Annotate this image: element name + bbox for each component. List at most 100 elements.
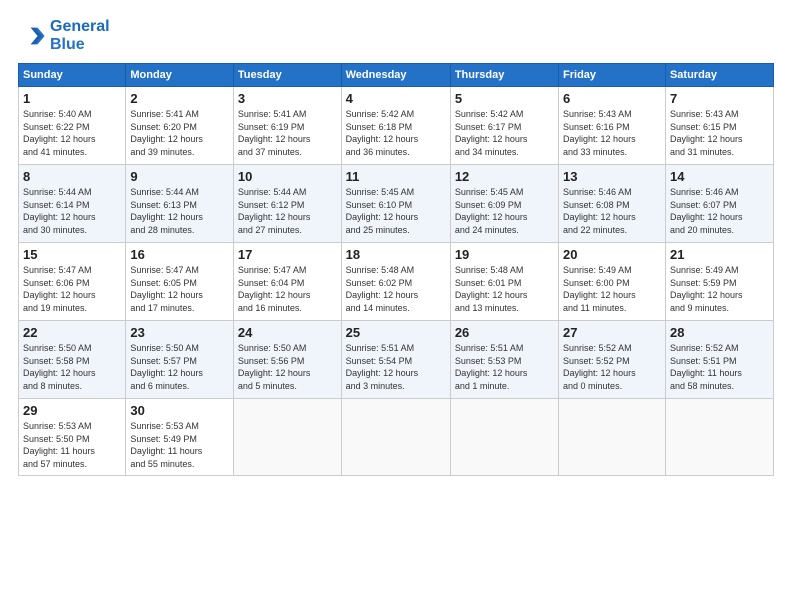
table-cell: 9Sunrise: 5:44 AMSunset: 6:13 PMDaylight… [126, 165, 234, 243]
day-number: 21 [670, 247, 769, 262]
day-info: Sunrise: 5:50 AMSunset: 5:58 PMDaylight:… [23, 342, 121, 392]
calendar-row: 15 Sunrise: 5:47 AMSunset: 6:06 PMDayligh… [19, 243, 774, 321]
day-number: 22 [23, 325, 121, 340]
table-cell: 28 Sunrise: 5:52 AMSunset: 5:51 PMDayligh… [665, 321, 773, 399]
day-info: Sunrise: 5:47 AMSunset: 6:06 PMDaylight:… [23, 264, 121, 314]
table-cell: 25 Sunrise: 5:51 AMSunset: 5:54 PMDayligh… [341, 321, 450, 399]
day-info: Sunrise: 5:42 AMSunset: 6:18 PMDaylight:… [346, 108, 446, 158]
table-cell: 24 Sunrise: 5:50 AMSunset: 5:56 PMDayligh… [233, 321, 341, 399]
header: General Blue [18, 18, 774, 53]
day-number: 7 [670, 91, 769, 106]
day-info: Sunrise: 5:41 AMSunset: 6:19 PMDaylight:… [238, 108, 337, 158]
day-info: Sunrise: 5:46 AMSunset: 6:08 PMDaylight:… [563, 186, 661, 236]
day-number: 13 [563, 169, 661, 184]
table-cell: 29 Sunrise: 5:53 AMSunset: 5:50 PMDayligh… [19, 399, 126, 475]
day-info: Sunrise: 5:49 AMSunset: 5:59 PMDaylight:… [670, 264, 769, 314]
table-cell: 22 Sunrise: 5:50 AMSunset: 5:58 PMDayligh… [19, 321, 126, 399]
day-number: 18 [346, 247, 446, 262]
day-number: 29 [23, 403, 121, 418]
table-cell: 26Sunrise: 5:51 AMSunset: 5:53 PMDayligh… [450, 321, 558, 399]
day-number: 16 [130, 247, 229, 262]
day-number: 1 [23, 91, 121, 106]
day-info: Sunrise: 5:53 AMSunset: 5:50 PMDaylight:… [23, 420, 121, 470]
table-cell: 27 Sunrise: 5:52 AMSunset: 5:52 PMDayligh… [559, 321, 666, 399]
col-saturday: Saturday [665, 64, 773, 87]
day-number: 15 [23, 247, 121, 262]
table-cell: 20 Sunrise: 5:49 AMSunset: 6:00 PMDayligh… [559, 243, 666, 321]
col-sunday: Sunday [19, 64, 126, 87]
table-cell: 14Sunrise: 5:46 AMSunset: 6:07 PMDayligh… [665, 165, 773, 243]
calendar-row: 22 Sunrise: 5:50 AMSunset: 5:58 PMDayligh… [19, 321, 774, 399]
day-number: 23 [130, 325, 229, 340]
calendar-row: 29 Sunrise: 5:53 AMSunset: 5:50 PMDayligh… [19, 399, 774, 475]
day-info: Sunrise: 5:52 AMSunset: 5:52 PMDaylight:… [563, 342, 661, 392]
table-cell: 4 Sunrise: 5:42 AMSunset: 6:18 PMDaylight… [341, 87, 450, 165]
table-cell: 21 Sunrise: 5:49 AMSunset: 5:59 PMDayligh… [665, 243, 773, 321]
day-info: Sunrise: 5:43 AMSunset: 6:15 PMDaylight:… [670, 108, 769, 158]
day-info: Sunrise: 5:44 AMSunset: 6:12 PMDaylight:… [238, 186, 337, 236]
day-number: 19 [455, 247, 554, 262]
day-info: Sunrise: 5:41 AMSunset: 6:20 PMDaylight:… [130, 108, 229, 158]
col-thursday: Thursday [450, 64, 558, 87]
day-number: 6 [563, 91, 661, 106]
table-cell: 1 Sunrise: 5:40 AMSunset: 6:22 PMDaylight… [19, 87, 126, 165]
table-cell: 10 Sunrise: 5:44 AMSunset: 6:12 PMDayligh… [233, 165, 341, 243]
day-info: Sunrise: 5:45 AMSunset: 6:10 PMDaylight:… [346, 186, 446, 236]
day-info: Sunrise: 5:51 AMSunset: 5:54 PMDaylight:… [346, 342, 446, 392]
day-number: 3 [238, 91, 337, 106]
calendar-table: Sunday Monday Tuesday Wednesday Thursday… [18, 63, 774, 475]
col-wednesday: Wednesday [341, 64, 450, 87]
day-number: 24 [238, 325, 337, 340]
day-number: 12 [455, 169, 554, 184]
table-cell: 19Sunrise: 5:48 AMSunset: 6:01 PMDayligh… [450, 243, 558, 321]
day-number: 27 [563, 325, 661, 340]
day-info: Sunrise: 5:40 AMSunset: 6:22 PMDaylight:… [23, 108, 121, 158]
page: General Blue Sunday Monday Tuesday Wedne… [0, 0, 792, 612]
day-info: Sunrise: 5:48 AMSunset: 6:02 PMDaylight:… [346, 264, 446, 314]
header-row: Sunday Monday Tuesday Wednesday Thursday… [19, 64, 774, 87]
day-number: 5 [455, 91, 554, 106]
day-number: 25 [346, 325, 446, 340]
table-cell: 16 Sunrise: 5:47 AMSunset: 6:05 PMDayligh… [126, 243, 234, 321]
table-cell: 30 Sunrise: 5:53 AMSunset: 5:49 PMDayligh… [126, 399, 234, 475]
day-number: 2 [130, 91, 229, 106]
day-info: Sunrise: 5:50 AMSunset: 5:57 PMDaylight:… [130, 342, 229, 392]
day-info: Sunrise: 5:45 AMSunset: 6:09 PMDaylight:… [455, 186, 554, 236]
day-info: Sunrise: 5:42 AMSunset: 6:17 PMDaylight:… [455, 108, 554, 158]
day-number: 20 [563, 247, 661, 262]
table-cell: 2 Sunrise: 5:41 AMSunset: 6:20 PMDaylight… [126, 87, 234, 165]
table-cell [233, 399, 341, 475]
col-friday: Friday [559, 64, 666, 87]
calendar-row: 1 Sunrise: 5:40 AMSunset: 6:22 PMDaylight… [19, 87, 774, 165]
table-cell: 6 Sunrise: 5:43 AMSunset: 6:16 PMDaylight… [559, 87, 666, 165]
day-info: Sunrise: 5:49 AMSunset: 6:00 PMDaylight:… [563, 264, 661, 314]
col-monday: Monday [126, 64, 234, 87]
day-info: Sunrise: 5:43 AMSunset: 6:16 PMDaylight:… [563, 108, 661, 158]
day-number: 26 [455, 325, 554, 340]
day-info: Sunrise: 5:47 AMSunset: 6:04 PMDaylight:… [238, 264, 337, 314]
logo: General Blue [18, 18, 110, 53]
day-number: 28 [670, 325, 769, 340]
day-number: 30 [130, 403, 229, 418]
day-number: 14 [670, 169, 769, 184]
logo-text: General Blue [50, 18, 110, 53]
day-info: Sunrise: 5:52 AMSunset: 5:51 PMDaylight:… [670, 342, 769, 392]
table-cell: 11Sunrise: 5:45 AMSunset: 6:10 PMDayligh… [341, 165, 450, 243]
table-cell: 5 Sunrise: 5:42 AMSunset: 6:17 PMDaylight… [450, 87, 558, 165]
table-cell: 8Sunrise: 5:44 AMSunset: 6:14 PMDaylight… [19, 165, 126, 243]
table-cell [450, 399, 558, 475]
table-cell: 17 Sunrise: 5:47 AMSunset: 6:04 PMDayligh… [233, 243, 341, 321]
day-info: Sunrise: 5:47 AMSunset: 6:05 PMDaylight:… [130, 264, 229, 314]
day-number: 10 [238, 169, 337, 184]
table-cell [559, 399, 666, 475]
table-cell: 23 Sunrise: 5:50 AMSunset: 5:57 PMDayligh… [126, 321, 234, 399]
day-number: 4 [346, 91, 446, 106]
day-number: 17 [238, 247, 337, 262]
table-cell: 7 Sunrise: 5:43 AMSunset: 6:15 PMDaylight… [665, 87, 773, 165]
day-info: Sunrise: 5:44 AMSunset: 6:14 PMDaylight:… [23, 186, 121, 236]
day-info: Sunrise: 5:50 AMSunset: 5:56 PMDaylight:… [238, 342, 337, 392]
table-cell: 13 Sunrise: 5:46 AMSunset: 6:08 PMDayligh… [559, 165, 666, 243]
day-info: Sunrise: 5:53 AMSunset: 5:49 PMDaylight:… [130, 420, 229, 470]
day-number: 9 [130, 169, 229, 184]
table-cell: 3 Sunrise: 5:41 AMSunset: 6:19 PMDaylight… [233, 87, 341, 165]
